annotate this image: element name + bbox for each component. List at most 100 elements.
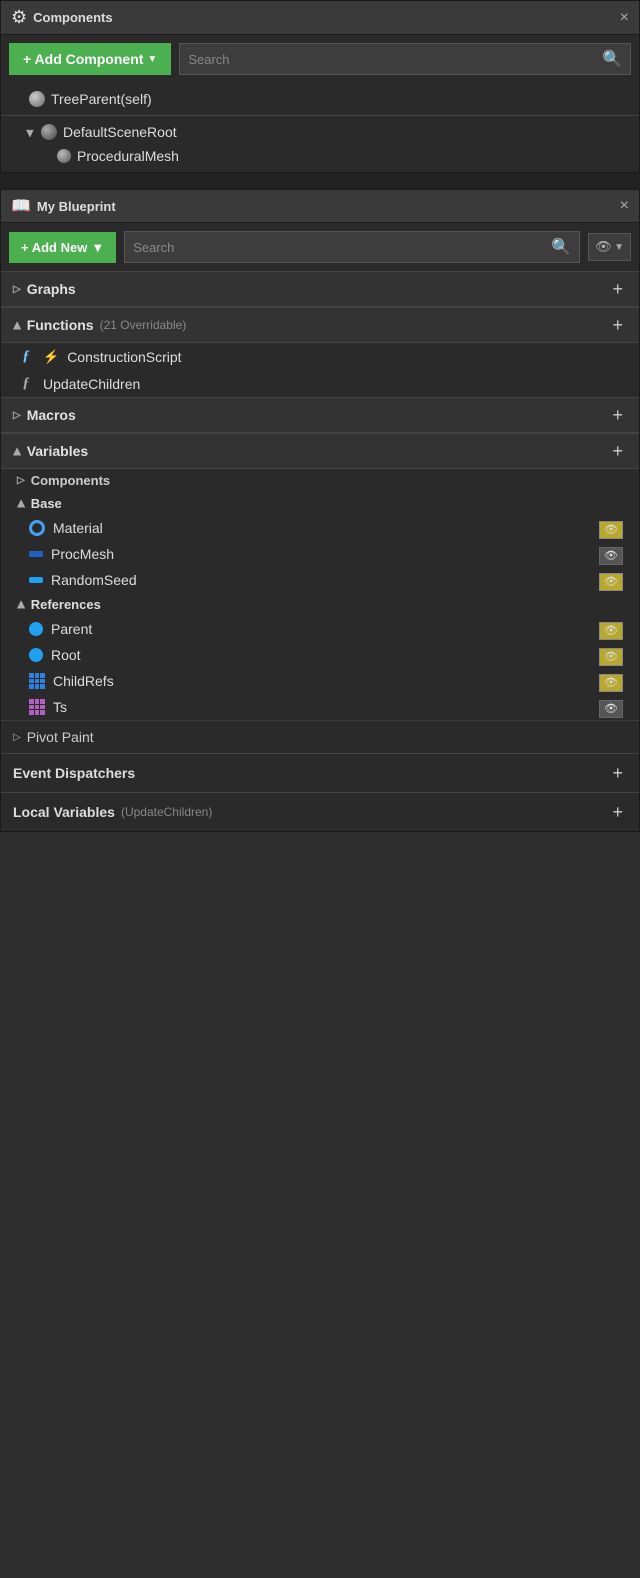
- parent-icon: [29, 622, 43, 636]
- variables-arrow: ◀: [11, 447, 22, 455]
- pivot-paint-label: Pivot Paint: [27, 729, 94, 745]
- graphs-add-button[interactable]: +: [608, 280, 627, 298]
- section-title-functions: ◀ Functions (21 Overridable): [13, 317, 186, 333]
- tree-arrow-defaultsceneroot: ◀: [25, 127, 36, 137]
- var-item-procmesh[interactable]: ProcMesh 👁: [1, 541, 639, 567]
- functions-label: Functions: [27, 317, 94, 333]
- local-variables-header: Local Variables (UpdateChildren): [13, 804, 212, 820]
- my-blueprint-panel: 📖 My Blueprint × + Add New ▼ 🔍 👁 ▼ ▷ Gra…: [0, 189, 640, 832]
- section-title-graphs: ▷ Graphs: [13, 281, 76, 297]
- components-panel: ⚙ Components × + Add Component ▼ 🔍 TreeP…: [0, 0, 640, 173]
- tree-item-treeparent[interactable]: TreeParent(self): [1, 87, 639, 111]
- my-blueprint-search-input[interactable]: [133, 240, 545, 255]
- section-header-event-dispatchers[interactable]: Event Dispatchers +: [1, 753, 639, 792]
- add-new-label: + Add New: [21, 240, 87, 255]
- subsection-base-label: Base: [31, 496, 62, 511]
- tree-item-defaultsceneroot[interactable]: ◀ DefaultSceneRoot: [1, 120, 639, 144]
- var-item-root[interactable]: Root 👁: [1, 642, 639, 668]
- components-panel-header-left: ⚙ Components: [11, 7, 113, 28]
- variables-label: Variables: [27, 443, 89, 459]
- update-children-icon: ƒ: [17, 375, 35, 392]
- material-icon: [29, 520, 45, 536]
- add-component-button[interactable]: + Add Component ▼: [9, 43, 171, 75]
- procmesh-label: ProcMesh: [51, 546, 114, 562]
- event-dispatchers-add-button[interactable]: +: [608, 764, 627, 782]
- section-header-graphs[interactable]: ▷ Graphs +: [1, 271, 639, 307]
- local-variables-label: Local Variables: [13, 804, 115, 820]
- section-title-variables: ◀ Variables: [13, 443, 88, 459]
- section-header-macros[interactable]: ▷ Macros +: [1, 397, 639, 433]
- procmesh-eye-icon[interactable]: 👁: [599, 547, 623, 565]
- parent-eye-icon[interactable]: 👁: [599, 622, 623, 640]
- local-variables-add-button[interactable]: +: [608, 803, 627, 821]
- components-panel-header: ⚙ Components ×: [1, 1, 639, 35]
- var-item-parent[interactable]: Parent 👁: [1, 616, 639, 642]
- procmesh-icon: [29, 551, 43, 557]
- randomseed-eye-icon[interactable]: 👁: [599, 573, 623, 591]
- childrefs-icon: [29, 673, 45, 689]
- add-component-dropdown-arrow: ▼: [147, 54, 157, 65]
- subsection-base-arrow: ◀: [15, 500, 26, 508]
- randomseed-label: RandomSeed: [51, 572, 137, 588]
- tree-label-defaultsceneroot: DefaultSceneRoot: [63, 124, 177, 140]
- my-blueprint-close-button[interactable]: ×: [620, 198, 629, 214]
- material-label: Material: [53, 520, 103, 536]
- my-blueprint-panel-title: My Blueprint: [37, 199, 116, 214]
- root-visibility-badge[interactable]: 👁: [599, 647, 623, 663]
- subsection-references[interactable]: ◀ References: [1, 593, 639, 616]
- ts-eye-icon[interactable]: 👁: [599, 700, 623, 718]
- parent-visibility-badge[interactable]: 👁: [599, 621, 623, 637]
- root-eye-icon[interactable]: 👁: [599, 648, 623, 666]
- graphs-label: Graphs: [27, 281, 76, 297]
- childrefs-eye-icon[interactable]: 👁: [599, 674, 623, 692]
- add-new-dropdown-arrow: ▼: [91, 240, 104, 255]
- add-component-label: + Add Component: [23, 51, 143, 67]
- my-blueprint-toolbar: + Add New ▼ 🔍 👁 ▼: [1, 223, 639, 271]
- functions-subtitle: (21 Overridable): [100, 318, 187, 332]
- variables-add-button[interactable]: +: [608, 442, 627, 460]
- tree-item-proceduralmesh[interactable]: ProceduralMesh: [1, 144, 639, 168]
- graphs-arrow: ▷: [13, 284, 21, 295]
- ts-visibility-badge[interactable]: 👁: [599, 699, 623, 715]
- bp-item-updatechildren[interactable]: ƒ UpdateChildren: [1, 370, 639, 397]
- material-visibility-badge[interactable]: 👁: [599, 520, 623, 536]
- macros-arrow: ▷: [13, 410, 21, 421]
- ts-label: Ts: [53, 699, 67, 715]
- components-search-icon: 🔍: [602, 49, 622, 69]
- construction-script-lightning: ⚡: [43, 349, 59, 365]
- material-eye-icon[interactable]: 👁: [599, 521, 623, 539]
- components-gear-icon: ⚙: [11, 7, 27, 28]
- procmesh-visibility-badge[interactable]: 👁: [599, 546, 623, 562]
- functions-add-button[interactable]: +: [608, 316, 627, 334]
- section-header-functions[interactable]: ◀ Functions (21 Overridable) +: [1, 307, 639, 343]
- subsection-components-arrow: ▷: [17, 475, 25, 486]
- var-item-material[interactable]: Material 👁: [1, 515, 639, 541]
- section-header-variables[interactable]: ◀ Variables +: [1, 433, 639, 469]
- subsection-components[interactable]: ▷ Components: [1, 469, 639, 492]
- add-new-button[interactable]: + Add New ▼: [9, 232, 116, 263]
- var-item-childrefs[interactable]: ChildRefs 👁: [1, 668, 639, 694]
- childrefs-visibility-badge[interactable]: 👁: [599, 673, 623, 689]
- gear-sphere-icon-defaultsceneroot: [41, 124, 57, 140]
- ts-icon: [29, 699, 45, 715]
- subsection-pivot-paint[interactable]: ▷ Pivot Paint: [1, 720, 639, 753]
- my-blueprint-panel-header: 📖 My Blueprint ×: [1, 190, 639, 223]
- subsection-base[interactable]: ◀ Base: [1, 492, 639, 515]
- var-item-randomseed[interactable]: RandomSeed 👁: [1, 567, 639, 593]
- book-icon: 📖: [11, 196, 31, 216]
- macros-add-button[interactable]: +: [608, 406, 627, 424]
- components-close-button[interactable]: ×: [620, 10, 629, 26]
- tree-label-proceduralmesh: ProceduralMesh: [77, 148, 179, 164]
- bp-item-constructionscript[interactable]: ƒ ⚡ ConstructionScript: [1, 343, 639, 370]
- components-search-input[interactable]: [188, 52, 596, 67]
- section-title-macros: ▷ Macros: [13, 407, 76, 423]
- root-label: Root: [51, 647, 81, 663]
- var-item-ts[interactable]: Ts 👁: [1, 694, 639, 720]
- eye-icon: 👁: [595, 239, 612, 255]
- visibility-filter-button[interactable]: 👁 ▼: [588, 233, 631, 261]
- components-search-box: 🔍: [179, 43, 631, 75]
- my-blueprint-search-box: 🔍: [124, 231, 580, 263]
- section-header-local-variables[interactable]: Local Variables (UpdateChildren) +: [1, 792, 639, 831]
- randomseed-visibility-badge[interactable]: 👁: [599, 572, 623, 588]
- construction-script-icon: ƒ: [17, 348, 35, 365]
